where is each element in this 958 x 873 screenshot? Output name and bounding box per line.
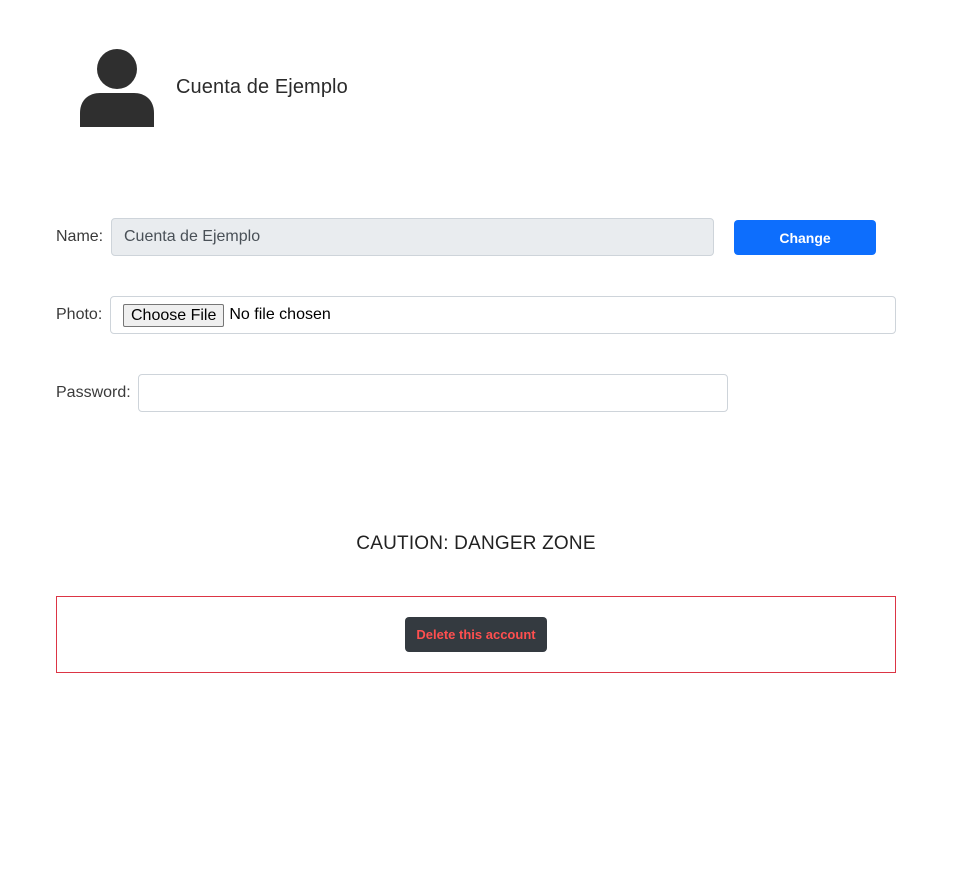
account-name: Cuenta de Ejemplo <box>176 76 348 98</box>
account-settings-page: Cuenta de Ejemplo Name: Change Photo: Ch… <box>0 0 958 873</box>
danger-zone-title: CAUTION: DANGER ZONE <box>356 533 596 554</box>
choose-file-button[interactable]: Choose File <box>123 303 225 327</box>
photo-row: Photo: Choose File No file chosen <box>56 296 896 334</box>
password-label: Password: <box>56 384 131 401</box>
delete-account-button[interactable]: Delete this account <box>405 617 547 652</box>
danger-zone-box: Delete this account <box>56 596 896 673</box>
profile-header: Cuenta de Ejemplo <box>80 48 348 128</box>
file-status: No file chosen <box>229 306 331 323</box>
name-label: Name: <box>56 228 104 245</box>
photo-label: Photo: <box>56 306 103 323</box>
name-row: Name: Change <box>56 218 876 256</box>
name-field[interactable] <box>111 218 714 256</box>
password-row: Password: <box>56 374 728 412</box>
password-field[interactable] <box>138 374 728 412</box>
change-button[interactable]: Change <box>734 220 876 255</box>
user-silhouette-icon <box>80 49 154 127</box>
photo-file-input[interactable]: Choose File No file chosen <box>110 296 896 334</box>
